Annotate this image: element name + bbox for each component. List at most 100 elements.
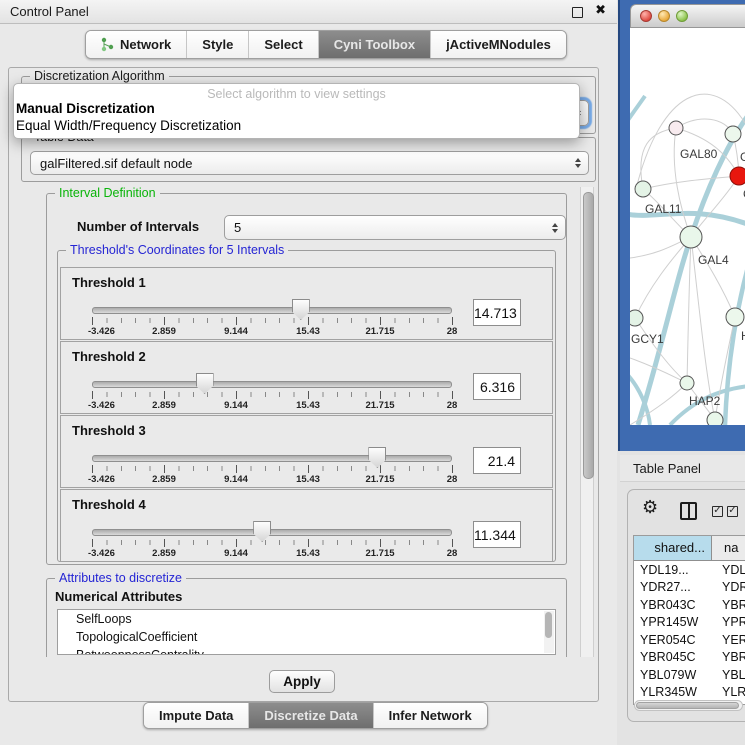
tab-discretize-data[interactable]: Discretize Data [249,703,373,728]
apply-button[interactable]: Apply [269,670,335,693]
cell-shared-name[interactable]: YDL19... [634,563,712,577]
threshold-slider[interactable]: -3.4262.8599.14415.4321.71528 [92,520,452,560]
threshold-value-field[interactable]: 14.713 [473,299,521,326]
checkbox-icon[interactable]: ✓ [727,506,738,517]
tab-network[interactable]: Network [86,31,187,58]
tab-select[interactable]: Select [249,31,318,58]
settings-scroll-area: Interval Definition Number of Intervals … [21,187,594,657]
gear-icon[interactable]: ⚙ [642,497,658,518]
network-node-selected[interactable] [730,167,745,185]
tab-discretize-data-label: Discretize Data [264,708,357,723]
attribute-list-item-selfloops[interactable]: SelfLoops [58,610,555,628]
minimize-traffic-light-icon[interactable] [658,10,670,22]
network-canvas[interactable]: GAL80 GA C GAL11 GAL4 GCY1 H HAP2 [630,28,745,425]
table-row[interactable]: YBR043CYBR0 [634,596,745,614]
table-panel: ⚙ ✓ ✓ shared... na YDL19...YDL1YDR27...Y… [627,489,745,722]
zoom-traffic-light-icon[interactable] [676,10,688,22]
cell-name[interactable]: YER0 [712,633,745,647]
cell-name[interactable]: YBL0 [712,668,745,682]
slider-track[interactable] [92,381,452,388]
checkbox-icon[interactable]: ✓ [712,506,723,517]
slider-minor-ticks [92,540,452,545]
cell-shared-name[interactable]: YBR045C [634,650,712,664]
tab-cyni-toolbox[interactable]: Cyni Toolbox [319,31,431,58]
network-node[interactable] [630,310,643,326]
cell-shared-name[interactable]: YLR345W [634,685,712,699]
table-row[interactable]: YBL079WYBL0 [634,666,745,684]
dropdown-item-manual-discretization[interactable]: Manual Discretization [16,101,155,116]
cell-name[interactable]: YDR2 [712,580,745,594]
tab-impute-data[interactable]: Impute Data [144,703,249,728]
table-horizontal-scrollbar[interactable] [634,700,743,711]
tab-infer-network[interactable]: Infer Network [374,703,487,728]
threshold-card: Threshold 2-3.4262.8599.14415.4321.71528… [60,341,553,414]
cell-name[interactable]: YDL1 [712,563,745,577]
list-scrollbar[interactable] [544,611,554,653]
slider-major-tick [308,317,309,325]
slider-tick-label: -3.426 [88,326,115,337]
threshold-value-field[interactable]: 21.4 [473,447,521,474]
network-node[interactable] [635,181,651,197]
slider-major-tick [380,465,381,473]
table-row[interactable]: YER054CYER0 [634,631,745,649]
network-node[interactable] [680,376,694,390]
network-window-titlebar[interactable] [630,4,745,28]
scrollbar-thumb[interactable] [636,702,739,709]
cell-shared-name[interactable]: YDR27... [634,580,712,594]
slider-track[interactable] [92,529,452,536]
cell-name[interactable]: YLR3 [712,685,745,699]
node-label: GAL80 [680,147,718,161]
attribute-list-item-topologicalcoefficient[interactable]: TopologicalCoefficient [58,628,555,646]
number-of-intervals-combobox[interactable]: 5 [224,215,566,240]
float-window-icon[interactable] [572,7,583,18]
cell-name[interactable]: YPR1 [712,615,745,629]
table-row[interactable]: YDL19...YDL1 [634,561,745,579]
table-header-row: shared... na [634,536,745,561]
slider-major-tick [164,539,165,547]
network-node[interactable] [669,121,683,135]
column-header-name[interactable]: na [712,536,745,560]
network-window[interactable]: GAL80 GA C GAL11 GAL4 GCY1 H HAP2 [618,0,745,451]
cell-shared-name[interactable]: YPR145W [634,615,712,629]
close-icon[interactable]: ✖ [595,3,606,18]
cell-shared-name[interactable]: YBR043C [634,598,712,612]
slider-track[interactable] [92,307,452,314]
cell-name[interactable]: YBR0 [712,650,745,664]
tab-style[interactable]: Style [187,31,249,58]
cell-shared-name[interactable]: YER054C [634,633,712,647]
threshold-slider[interactable]: -3.4262.8599.14415.4321.71528 [92,298,452,338]
tab-jactivemnodules[interactable]: jActiveMNodules [431,31,566,58]
table-row[interactable]: YPR145WYPR1 [634,614,745,632]
slider-major-tick [236,391,237,399]
dropdown-item-equal-width-frequency[interactable]: Equal Width/Frequency Discretization [16,118,241,133]
slider-major-tick [452,391,453,399]
table-row[interactable]: YDR27...YDR2 [634,579,745,597]
close-traffic-light-icon[interactable] [640,10,652,22]
slider-major-tick [92,317,93,325]
network-node[interactable] [725,126,741,142]
split-columns-icon[interactable] [680,502,697,520]
threshold-value-field[interactable]: 11.344 [473,521,521,548]
table-row[interactable]: YBR045CYBR0 [634,649,745,667]
cell-shared-name[interactable]: YBL079W [634,668,712,682]
network-node[interactable] [726,308,744,326]
attribute-list-item-betweennesscentrality[interactable]: BetweennessCentrality [58,646,555,655]
slider-thumb[interactable] [253,521,271,542]
numerical-attributes-list[interactable]: SelfLoopsTopologicalCoefficientBetweenne… [57,609,556,655]
table-row[interactable]: YLR345WYLR3 [634,684,745,702]
slider-thumb[interactable] [196,373,214,394]
threshold-slider[interactable]: -3.4262.8599.14415.4321.71528 [92,446,452,486]
slider-tick-label: 15.43 [296,474,320,485]
threshold-slider[interactable]: -3.4262.8599.14415.4321.71528 [92,372,452,412]
slider-track[interactable] [92,455,452,462]
scrollbar-thumb[interactable] [583,192,594,479]
threshold-value-field[interactable]: 6.316 [473,373,521,400]
network-node[interactable] [707,412,723,425]
slider-thumb[interactable] [368,447,386,468]
cell-name[interactable]: YBR0 [712,598,745,612]
settings-scrollbar[interactable] [580,187,594,657]
column-header-shared-name[interactable]: shared... [634,536,712,560]
table-data-combobox[interactable]: galFiltered.sif default node [30,151,589,175]
network-node-gal4[interactable] [680,226,702,248]
slider-tick-label: 2.859 [152,400,176,411]
